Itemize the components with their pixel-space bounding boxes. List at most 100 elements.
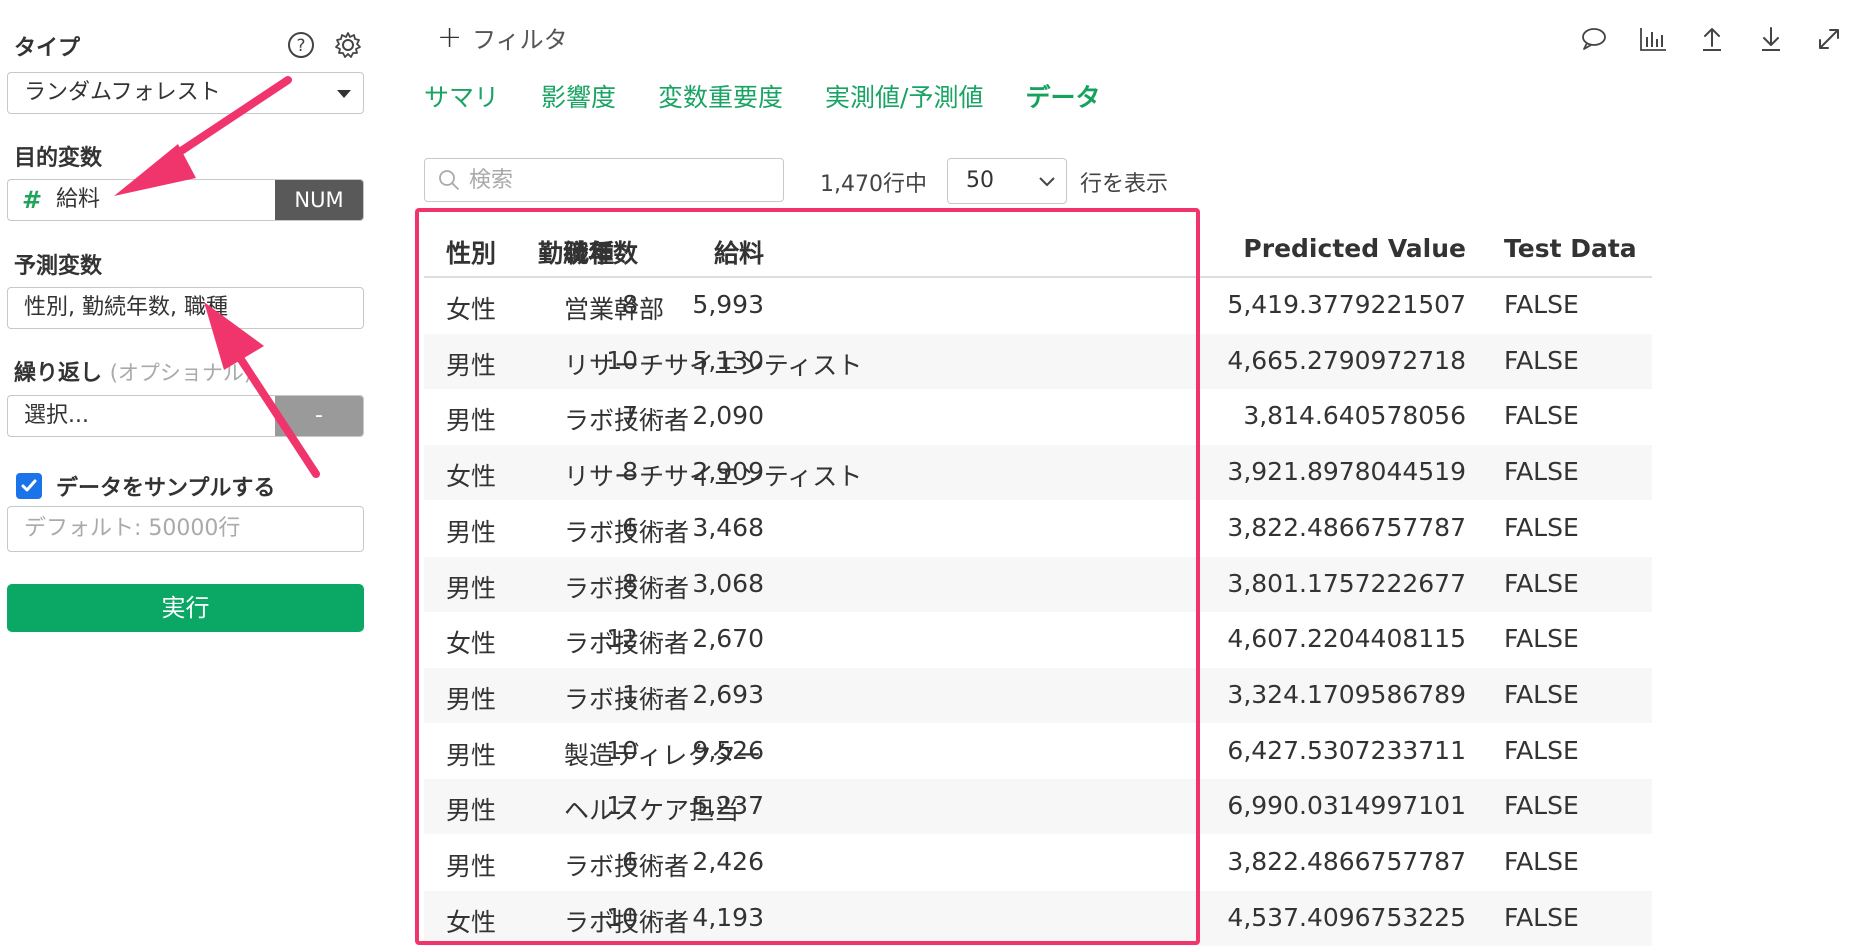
cell-salary: 3,468 [692, 512, 764, 542]
table-row[interactable]: 男性 ラボ技術者 1 2,693 3,324.1709586789 FALSE [424, 667, 1652, 723]
cell-test-data: FALSE [1504, 401, 1579, 431]
cell-test-data: FALSE [1504, 735, 1579, 765]
table-row[interactable]: 男性 製造ディレクター 10 9,526 6,427.5307233711 FALSE [424, 724, 1652, 779]
cell-sex: 男性 [446, 796, 497, 826]
search-box [424, 158, 784, 202]
table-row[interactable]: 女性 ラボ技術者 12 2,670 4,607.2204408115 FALSE [424, 612, 1652, 667]
cell-test-data: FALSE [1504, 512, 1579, 542]
cell-years: 17 [606, 791, 638, 821]
cell-predicted: 6,427.5307233711 [1227, 735, 1466, 765]
cell-years: 10 [606, 345, 638, 375]
cell-sex: 男性 [446, 350, 497, 380]
sample-size-input[interactable]: デフォルト: 50000行 [7, 506, 364, 552]
cell-test-data: FALSE [1504, 568, 1579, 598]
cell-salary: 5,130 [692, 345, 764, 375]
table-row[interactable]: 女性 ラボ技術者 10 4,193 4,537.4096753225 FALSE [424, 890, 1652, 946]
cell-test-data: FALSE [1504, 624, 1579, 654]
tab-influence[interactable]: 影響度 [541, 78, 616, 114]
table-row[interactable]: 男性 ラボ技術者 7 2,090 3,814.640578056 FALSE [424, 389, 1652, 444]
cell-predicted: 4,665.2790972718 [1227, 345, 1466, 375]
predictors-label: 予測変数 [14, 254, 103, 279]
predictors-field[interactable]: 性別, 勤続年数, 職種 [7, 287, 364, 329]
cell-sex: 女性 [446, 462, 497, 492]
comment-icon[interactable] [1577, 22, 1611, 56]
cell-salary: 2,090 [692, 401, 764, 431]
cell-sex: 女性 [446, 907, 497, 937]
sample-data-label: データをサンプルする [56, 476, 276, 501]
chevron-down-icon [1039, 177, 1055, 187]
cell-sex: 女性 [446, 629, 497, 659]
cell-sex: 男性 [446, 852, 497, 881]
cell-test-data: FALSE [1504, 457, 1579, 487]
gear-icon[interactable] [331, 28, 365, 62]
cell-years: 6 [622, 847, 638, 876]
tab-variable-importance[interactable]: 変数重要度 [658, 78, 783, 114]
page-size-select[interactable]: 50 [947, 158, 1067, 204]
model-type-select[interactable]: ランダムフォレスト [7, 72, 364, 114]
check-icon [21, 479, 37, 492]
table-row[interactable]: 女性 リサーチサイエンティスト 8 2,909 3,921.8978044519 FALS… [424, 445, 1652, 501]
cell-years: 10 [606, 735, 638, 765]
cell-test-data: FALSE [1504, 679, 1579, 709]
cell-predicted: 3,822.4866757787 [1227, 847, 1466, 876]
cell-predicted: 6,990.0314997101 [1227, 791, 1466, 821]
target-variable-value: 給料 [56, 187, 101, 212]
cell-years: 7 [622, 401, 638, 431]
table-row[interactable]: 男性 ヘルスケア担当 17 5,237 6,990.0314997101 FALSE [424, 779, 1652, 835]
tab-data[interactable]: データ [1025, 78, 1100, 114]
target-type-badge: NUM [275, 180, 363, 220]
cell-predicted: 5,419.3779221507 [1227, 290, 1466, 319]
download-icon[interactable] [1754, 22, 1788, 56]
cell-salary: 2,693 [692, 679, 764, 709]
target-variable-field[interactable]: # 給料 NUM [7, 179, 364, 221]
bar-chart-icon[interactable] [1636, 22, 1670, 56]
run-button[interactable]: 実行 [7, 584, 364, 632]
table-row[interactable]: 男性 ラボ技術者 6 3,468 3,822.4866757787 FALSE [424, 501, 1652, 556]
cell-predicted: 3,822.4866757787 [1227, 512, 1466, 542]
tab-summary[interactable]: サマリ [424, 78, 499, 114]
upload-icon[interactable] [1695, 22, 1729, 56]
expand-icon[interactable] [1812, 22, 1846, 56]
cell-sex: 男性 [446, 740, 497, 770]
cell-test-data: FALSE [1504, 902, 1579, 932]
chevron-down-icon [337, 90, 351, 98]
cell-years: 8 [622, 568, 638, 598]
filter-label: フィルタ [472, 26, 568, 54]
repeat-select[interactable]: 選択... - [7, 395, 364, 437]
add-filter-button[interactable]: + フィルタ [437, 20, 568, 55]
target-variable-label: 目的変数 [14, 146, 103, 171]
cell-years: 1 [622, 679, 638, 709]
search-input[interactable] [467, 166, 771, 194]
table-row[interactable]: 男性 リサーチサイエンティスト 10 5,130 4,665.2790972718 FAL… [424, 333, 1652, 389]
cell-salary: 5,993 [692, 290, 764, 319]
column-header-years[interactable]: 勤続年数 [538, 234, 638, 270]
cell-predicted: 3,814.640578056 [1243, 401, 1466, 431]
column-header-salary[interactable]: 給料 [714, 234, 764, 270]
model-type-value: ランダムフォレスト [24, 80, 221, 105]
cell-predicted: 3,921.8978044519 [1227, 457, 1466, 487]
repeat-clear-button[interactable]: - [275, 396, 363, 436]
table-row[interactable]: 男性 ラボ技術者 6 2,426 3,822.4866757787 FALSE [424, 835, 1652, 890]
repeat-select-value: 選択... [24, 403, 89, 428]
search-icon [439, 170, 459, 190]
column-header-predicted[interactable]: Predicted Value [1243, 234, 1466, 263]
column-header-test-data[interactable]: Test Data [1504, 234, 1637, 263]
table-row[interactable]: 男性 ラボ技術者 8 3,068 3,801.1757222677 FALSE [424, 556, 1652, 612]
table-header: 性別 職種 勤続年数 給料 Predicted Value Test Data [424, 222, 1652, 278]
table-row[interactable]: 女性 営業幹部 8 5,993 5,419.3779221507 FALSE [424, 278, 1652, 333]
svg-text:?: ? [296, 36, 305, 56]
cell-years: 12 [606, 624, 638, 654]
help-icon[interactable]: ? [284, 28, 318, 62]
cell-sex: 男性 [446, 406, 497, 436]
numeric-type-icon: # [21, 186, 43, 214]
row-count: 1,470行中 [820, 172, 927, 197]
cell-predicted: 3,324.1709586789 [1227, 679, 1466, 709]
cell-years: 8 [622, 457, 638, 487]
column-header-sex[interactable]: 性別 [446, 234, 496, 270]
cell-predicted: 4,607.2204408115 [1227, 624, 1466, 654]
cell-sex: 男性 [446, 517, 497, 547]
repeat-optional-text: (オプショナル) [109, 361, 253, 385]
tab-actual-vs-predicted[interactable]: 実測値/予測値 [825, 78, 983, 114]
cell-sex: 男性 [446, 684, 497, 714]
sample-data-checkbox[interactable] [16, 473, 42, 499]
